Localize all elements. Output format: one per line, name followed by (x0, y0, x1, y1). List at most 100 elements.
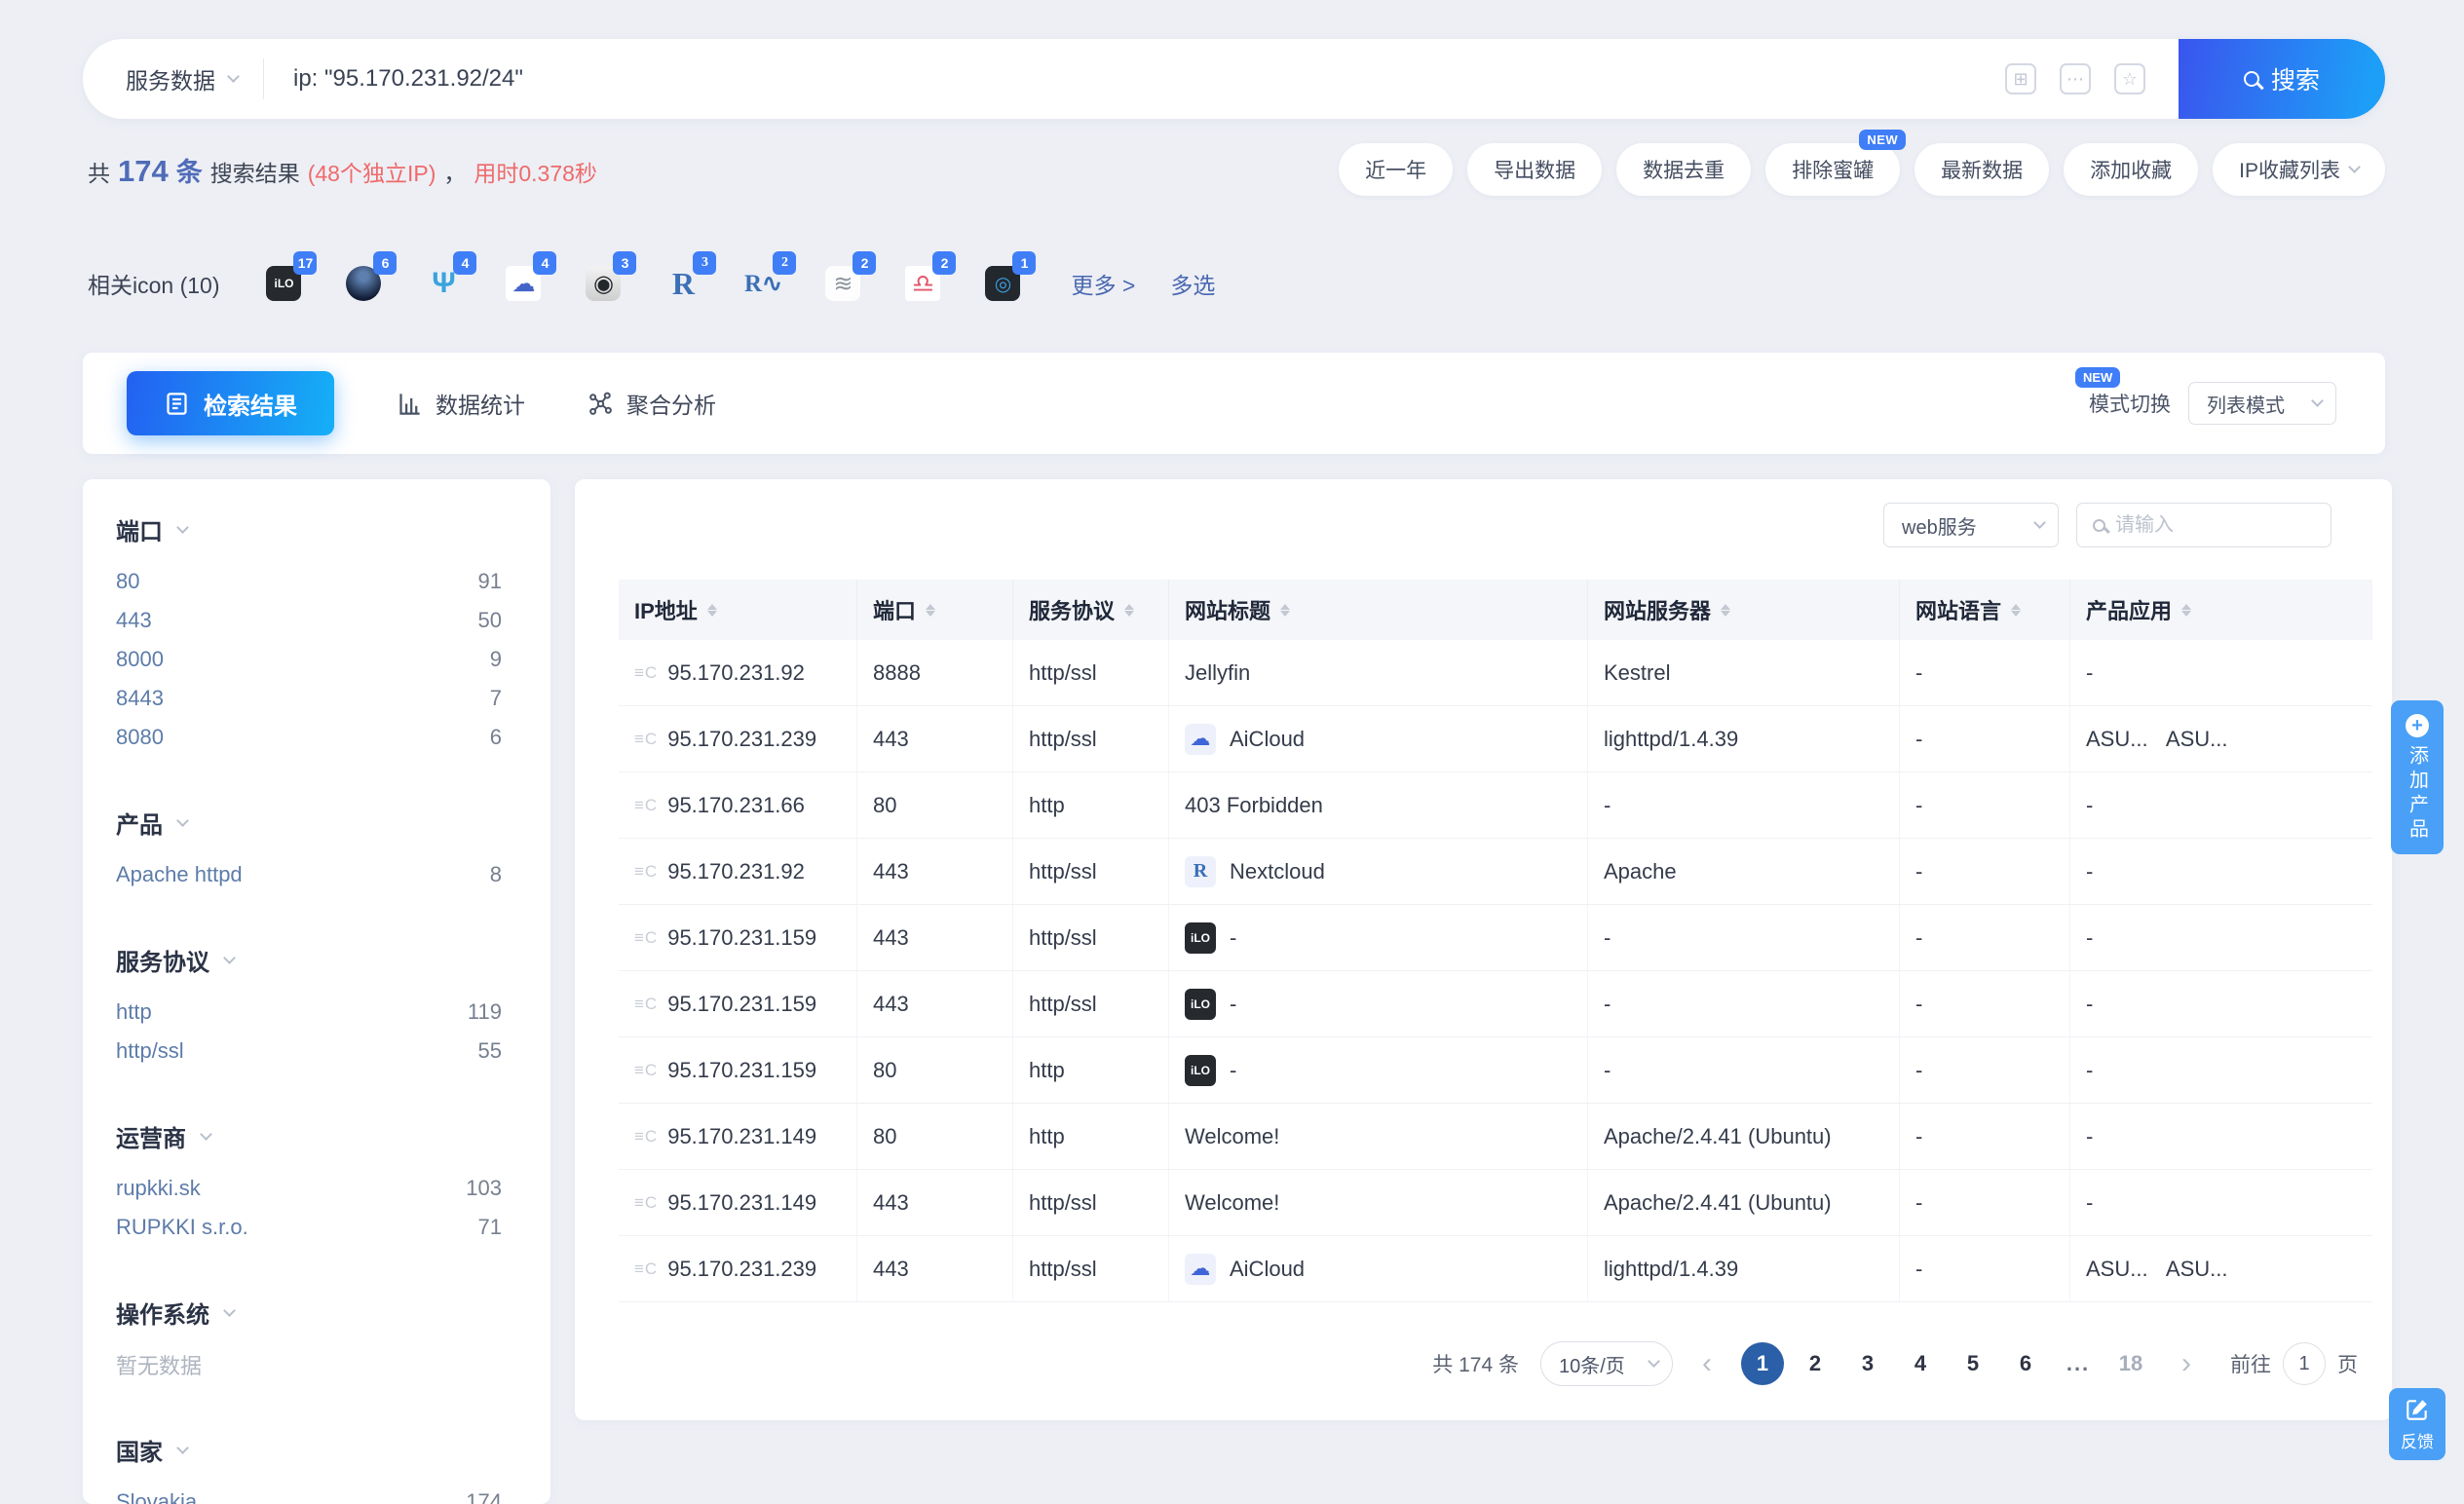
row-detail-copy-icon[interactable]: ≡C (634, 663, 658, 683)
table-search-input[interactable] (2115, 514, 2315, 537)
facet-title-protocol[interactable]: 服务协议 (116, 943, 502, 977)
facet-link[interactable]: http/ssl (116, 1038, 184, 1064)
sort-icon[interactable] (926, 599, 935, 621)
sort-icon[interactable] (2011, 599, 2021, 621)
next-page-button[interactable]: › (2168, 1349, 2205, 1378)
table-row[interactable]: ≡C 95.170.231.239 443 http/ssl AiCloud l… (619, 706, 2372, 772)
feedback-button[interactable]: 反馈 (2389, 1388, 2445, 1460)
page-number[interactable]: 18 (2109, 1342, 2152, 1385)
action-button[interactable]: 数据去重 (1616, 143, 1751, 196)
globe-icon[interactable]: 6 (346, 266, 381, 301)
search-button[interactable]: 搜索 (2179, 39, 2385, 119)
action-button[interactable]: 近一年 (1339, 143, 1453, 196)
column-header[interactable]: 端口 (857, 580, 1013, 640)
ip-address: 95.170.231.239 (667, 727, 816, 752)
page-number[interactable]: 6 (2004, 1342, 2047, 1385)
sort-icon[interactable] (1721, 599, 1730, 621)
tab-aggregation-analysis[interactable]: 聚合分析 (588, 387, 716, 420)
action-button[interactable]: 导出数据 (1467, 143, 1602, 196)
facet-link[interactable]: 443 (116, 608, 152, 633)
table-row[interactable]: ≡C 95.170.231.92 443 http/ssl Nextcloud … (619, 839, 2372, 905)
table-row[interactable]: ≡C 95.170.231.159 80 http - - - - (619, 1037, 2372, 1104)
r-chart-icon[interactable]: R∿ 2 (745, 266, 780, 301)
tab-data-statistics[interactable]: 数据统计 (397, 387, 525, 420)
table-row[interactable]: ≡C 95.170.231.159 443 http/ssl - - - - (619, 971, 2372, 1037)
search-input[interactable] (264, 65, 2005, 93)
facet-title-os[interactable]: 操作系统 (116, 1296, 502, 1330)
facet-link[interactable]: http (116, 999, 152, 1025)
antenna-icon[interactable]: Ψ 4 (426, 266, 461, 301)
camera-icon[interactable]: ◉ 3 (586, 266, 621, 301)
facet-title-product[interactable]: 产品 (116, 806, 502, 840)
view-mode-select[interactable]: 列表模式 (2188, 382, 2336, 425)
facet-link[interactable]: RUPKKI s.r.o. (116, 1215, 248, 1240)
column-header[interactable]: 网站语言 (1900, 580, 2070, 640)
row-detail-copy-icon[interactable]: ≡C (634, 995, 658, 1014)
facet-link[interactable]: 80 (116, 569, 139, 594)
more-link[interactable]: 更多 > (1071, 267, 1135, 300)
table-row[interactable]: ≡C 95.170.231.149 443 http/ssl Welcome! … (619, 1170, 2372, 1236)
r-serif-icon[interactable]: R 3 (665, 266, 701, 301)
action-button[interactable]: 添加收藏 (2064, 143, 2198, 196)
facet-link[interactable]: Apache httpd (116, 862, 243, 887)
facet-link[interactable]: 8080 (116, 725, 164, 750)
circuit-icon[interactable]: ◎ 1 (985, 266, 1020, 301)
facet-title-port[interactable]: 端口 (116, 512, 502, 546)
page-number[interactable]: 2 (1794, 1342, 1837, 1385)
row-detail-copy-icon[interactable]: ≡C (634, 928, 658, 948)
page-number[interactable]: ... (2057, 1342, 2100, 1385)
ilo-icon[interactable]: iLO 17 (266, 266, 301, 301)
facet-title-country[interactable]: 国家 (116, 1433, 502, 1467)
table-row[interactable]: ≡C 95.170.231.66 80 http 403 Forbidden -… (619, 772, 2372, 839)
sort-icon[interactable] (707, 599, 717, 621)
sort-icon[interactable] (1280, 599, 1290, 621)
page-number[interactable]: 4 (1899, 1342, 1942, 1385)
shell-icon[interactable]: ≋ 2 (825, 266, 860, 301)
multi-select-link[interactable]: 多选 (1170, 267, 1215, 300)
action-button[interactable]: 排除蜜罐 NEW (1765, 143, 1900, 196)
goto-page-input[interactable]: 1 (2283, 1342, 2326, 1385)
facet-link[interactable]: rupkki.sk (116, 1176, 201, 1201)
column-header[interactable]: 服务协议 (1013, 580, 1169, 640)
row-detail-copy-icon[interactable]: ≡C (634, 1061, 658, 1080)
language-value: - (1900, 1236, 2070, 1301)
column-header[interactable]: 网站标题 (1169, 580, 1588, 640)
facet-link[interactable]: 8000 (116, 647, 164, 672)
favorite-query-icon[interactable]: ☆ (2114, 63, 2145, 94)
column-filter-select[interactable]: web服务 (1883, 503, 2059, 547)
sort-icon[interactable] (1124, 599, 1134, 621)
sort-icon[interactable] (2181, 599, 2191, 621)
table-row[interactable]: ≡C 95.170.231.159 443 http/ssl - - - - (619, 905, 2372, 971)
column-header[interactable]: 网站服务器 (1588, 580, 1900, 640)
column-header[interactable]: IP地址 (619, 580, 857, 640)
add-product-button[interactable]: + 添加产品 (2391, 700, 2444, 854)
asus-cloud-icon[interactable]: ☁ 4 (506, 266, 541, 301)
facet-item: 80 91 (116, 562, 502, 601)
prev-page-button[interactable]: ‹ (1688, 1349, 1725, 1378)
per-page-select[interactable]: 10条/页 (1540, 1341, 1673, 1386)
table-row[interactable]: ≡C 95.170.231.92 8888 http/ssl Jellyfin … (619, 640, 2372, 706)
row-detail-copy-icon[interactable]: ≡C (634, 796, 658, 815)
syntax-helper-icon[interactable]: ⋯ (2060, 63, 2091, 94)
action-button[interactable]: IP收藏列表 (2213, 143, 2385, 196)
tab-search-results[interactable]: 检索结果 (127, 371, 334, 435)
page-number[interactable]: 5 (1952, 1342, 1994, 1385)
row-detail-copy-icon[interactable]: ≡C (634, 862, 658, 882)
row-detail-copy-icon[interactable]: ≡C (634, 730, 658, 749)
column-header[interactable]: 产品应用 (2070, 580, 2372, 640)
page-number[interactable]: 1 (1741, 1342, 1784, 1385)
search-category-select[interactable]: 服务数据 (83, 62, 263, 95)
table-row[interactable]: ≡C 95.170.231.149 80 http Welcome! Apach… (619, 1104, 2372, 1170)
network-mapping-icon[interactable]: ⊞ (2005, 63, 2036, 94)
facet-item: http 119 (116, 993, 502, 1032)
row-detail-copy-icon[interactable]: ≡C (634, 1127, 658, 1147)
balance-icon[interactable]: ♎ 2 (905, 266, 940, 301)
facet-link[interactable]: 8443 (116, 686, 164, 711)
facet-title-isp[interactable]: 运营商 (116, 1119, 502, 1153)
row-detail-copy-icon[interactable]: ≡C (634, 1260, 658, 1279)
page-number[interactable]: 3 (1846, 1342, 1889, 1385)
table-row[interactable]: ≡C 95.170.231.239 443 http/ssl AiCloud l… (619, 1236, 2372, 1302)
facet-link[interactable]: Slovakia (116, 1489, 197, 1504)
action-button[interactable]: 最新数据 (1914, 143, 2049, 196)
row-detail-copy-icon[interactable]: ≡C (634, 1193, 658, 1213)
